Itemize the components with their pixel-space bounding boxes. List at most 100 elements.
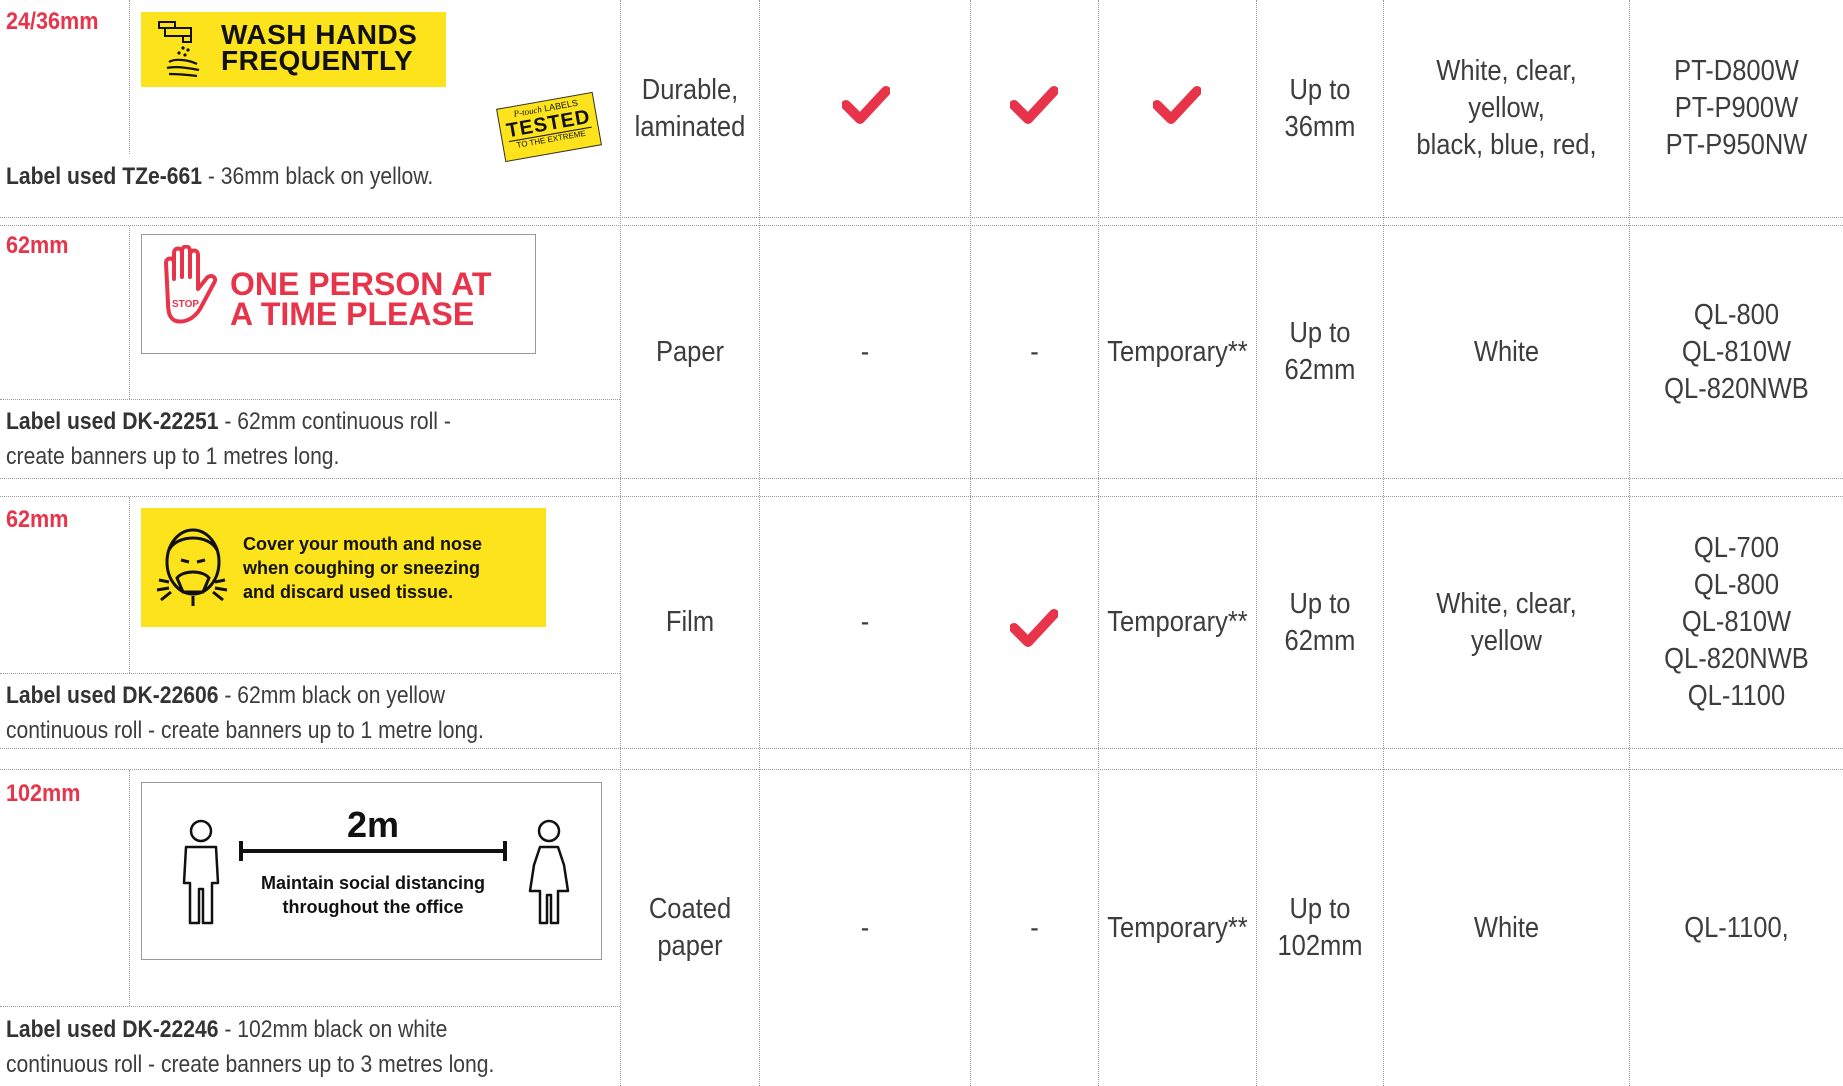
distance-label: 2m [346,804,400,845]
sneeze-face-icon [156,528,228,606]
column-divider [1098,0,1099,1086]
width-line: 36mm [1284,110,1356,143]
width-cell: Up to 102mm [1265,770,1376,1086]
label-size: 102mm [6,780,81,807]
column-divider [759,0,760,1086]
model-line: QL-700 [1693,532,1780,564]
width-line: Up to [1289,893,1351,925]
label-size: 62mm [6,506,69,533]
row-divider [0,478,1843,479]
width-cell: Up to 36mm [1265,0,1376,217]
label-detail-2: continuous roll - create banners up to 3… [6,1051,495,1078]
label-detail: - 102mm black on white [218,1016,448,1043]
material-cell: Coated paper [629,770,750,1086]
label-description: Label used TZe-661 - 36mm black on yello… [6,159,499,194]
feature-cell: - [860,335,870,368]
models-cell: QL-800 QL-810W QL-820NWB [1643,226,1830,478]
check-icon [1153,86,1201,124]
sign-line: Maintain social distancing [260,873,486,893]
feature-cell: - [1030,911,1039,944]
sign-line: FREQUENTLY [221,45,414,76]
model-line: QL-1100, [1684,911,1789,944]
durability-cell: Temporary** [1107,606,1248,638]
width-line: Up to [1289,587,1351,620]
material-line: Coated [648,893,732,925]
stop-label: STOP [172,299,199,310]
check-icon [1010,609,1058,647]
model-line: QL-1100 [1687,680,1786,712]
label-detail: - 36mm black on yellow. [202,163,434,190]
cover-mouth-sign: Cover your mouth and nose when coughing … [141,508,546,627]
label-code: Label used DK-22246 [6,1016,219,1043]
durability-cell: Temporary** [1107,911,1248,944]
cell-divider [0,1006,620,1007]
models-cell: QL-1100, [1643,770,1830,1086]
material-line: Durable, [641,73,739,106]
material-cell: Durable, laminated [629,0,750,217]
check-icon [1010,86,1058,124]
person-female-icon [528,819,570,925]
colour-line: White [1473,335,1540,368]
column-divider [620,0,621,1086]
label-detail-2: continuous roll - create banners up to 1… [6,717,484,744]
sign-line: ONE PERSON AT [230,266,492,302]
tap-icon [158,21,200,78]
model-line: QL-810W [1681,335,1792,368]
width-cell: Up to 62mm [1265,226,1376,478]
label-size: 24/36mm [6,8,99,35]
colours-cell: White, clear, yellow [1399,497,1615,748]
colour-line: black, blue, red, [1416,129,1597,161]
cell-divider [0,399,620,400]
durability-cell: Temporary** [1107,335,1248,368]
cell-divider [129,497,130,673]
stop-hand-icon: STOP [164,245,217,324]
width-line: 102mm [1277,930,1363,962]
person-male-icon [182,819,220,925]
width-line: 62mm [1284,624,1356,657]
label-detail-2: create banners up to 1 metres long. [6,443,340,470]
model-line: QL-810W [1681,606,1792,638]
colours-cell: White [1399,226,1615,478]
material-cell: Film [629,497,750,748]
sign-line: and discard used tissue. [243,582,454,602]
width-line: Up to [1289,73,1351,106]
material-line: Paper [655,335,725,368]
colours-cell: White [1399,770,1615,1086]
check-icon [842,86,890,124]
width-line: 62mm [1284,354,1356,386]
label-code: Label used DK-22606 [6,682,219,709]
label-code: Label used DK-22251 [6,408,219,435]
model-line: QL-820NWB [1664,372,1809,405]
label-description: Label used DK-22246 - 102mm black on whi… [6,1012,499,1082]
models-cell: PT-D800W PT-P900W PT-P950NW [1643,0,1830,217]
label-detail: - 62mm black on yellow [218,682,446,709]
column-divider [1256,0,1257,1086]
feature-cell: - [860,911,870,944]
sign-line: throughout the office [282,897,464,917]
sign-line: Cover your mouth and nose [243,534,483,554]
material-line: laminated [634,110,746,143]
wash-hands-sign: WASH HANDS FREQUENTLY [141,12,446,87]
material-cell: Paper [629,226,750,478]
model-line: QL-820NWB [1664,643,1809,675]
model-line: PT-D800W [1674,55,1799,87]
sign-line: when coughing or sneezing [243,558,481,578]
width-line: Up to [1289,317,1351,349]
label-description: Label used DK-22251 - 62mm continuous ro… [6,404,499,474]
feature-cell: - [1030,335,1039,368]
column-divider [1383,0,1384,1086]
colour-line: White [1473,911,1540,944]
colours-cell: White, clear, yellow, black, blue, red, [1399,0,1615,217]
cell-divider [0,673,620,674]
model-line: QL-800 [1693,569,1780,601]
models-cell: QL-700 QL-800 QL-810W QL-820NWB QL-1100 [1643,497,1830,748]
cell-divider [129,770,130,1006]
model-line: PT-P900W [1674,92,1799,124]
one-person-sign: STOP ONE PERSON AT A TIME PLEASE [141,234,536,354]
label-code: Label used TZe-661 [6,163,203,190]
row-divider [0,217,1843,218]
column-divider [970,0,971,1086]
material-line: paper [657,930,723,962]
label-detail: - 62mm continuous roll - [218,408,451,435]
feature-cell: - [860,606,870,638]
